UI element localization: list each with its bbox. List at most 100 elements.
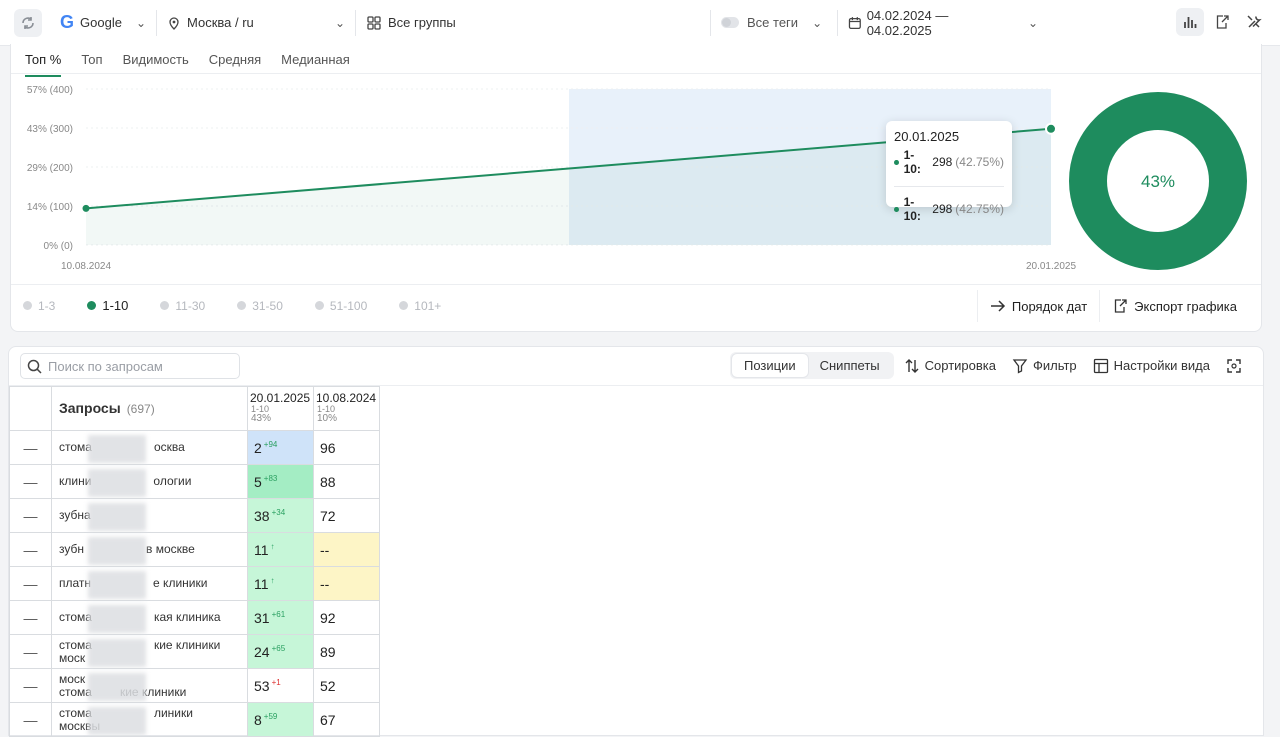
row-collapse-button[interactable]: — [9, 634, 52, 669]
y-tick-label: 57% (400) [27, 85, 73, 96]
sort-icon [905, 358, 919, 373]
header-date-col-2[interactable]: 10.08.2024 1-10 10% [313, 386, 380, 431]
table-row[interactable]: — клини ологии 5 +83 88 [9, 464, 380, 499]
table-row[interactable]: — стома кая клиника 31 +61 92 [9, 600, 380, 635]
redaction-blur [88, 673, 146, 701]
position-cell[interactable]: 52 [313, 668, 380, 703]
legend-item-101-plus[interactable]: 101+ [399, 298, 441, 313]
position-delta: +94 [263, 439, 278, 449]
row-collapse-button[interactable]: — [9, 498, 52, 533]
legend-label: 51-100 [329, 298, 368, 313]
position-delta: +83 [263, 473, 278, 483]
query-cell[interactable]: платн е клиники [51, 566, 248, 601]
position-cell[interactable]: 11 ↑ [247, 566, 314, 601]
header-queries[interactable]: Запросы (697) [51, 386, 248, 431]
series-dot-icon [894, 206, 899, 212]
tooltip-percent: (42.75%) [955, 155, 1004, 169]
sort-button[interactable]: Сортировка [904, 358, 996, 374]
query-cell[interactable]: стома кая клиника [51, 600, 248, 635]
position-cell[interactable]: 8 +59 [247, 702, 314, 737]
export-chart-button[interactable]: Экспорт графика [1099, 290, 1249, 322]
query-cell[interactable]: моск стома кие клиники [51, 668, 248, 703]
legend-item-51-100[interactable]: 51-100 [314, 298, 368, 313]
position-cell[interactable]: 89 [313, 634, 380, 669]
tooltip-row: 1-10: 298 (42.75%) [894, 148, 1004, 176]
chart-actions: Порядок дат Экспорт графика [976, 290, 1249, 322]
position-cell[interactable]: 96 [313, 430, 380, 465]
date-range-select[interactable]: 04.02.2024 — 04.02.2025 ⌄ [838, 0, 1048, 46]
position-cell[interactable]: 72 [313, 498, 380, 533]
table-row[interactable]: — зубн в москве 11 ↑ -- [9, 532, 380, 567]
redaction-blur [88, 639, 146, 667]
row-collapse-button[interactable]: — [9, 600, 52, 635]
view-tools [1176, 8, 1268, 36]
query-cell[interactable]: зубна [51, 498, 248, 533]
view-settings-label: Настройки вида [1113, 358, 1210, 373]
search-field[interactable] [20, 353, 240, 379]
filter-label: Фильтр [1032, 358, 1077, 373]
refresh-button[interactable] [14, 8, 42, 37]
table-row[interactable]: — зубна 38 +34 72 [9, 498, 380, 533]
snippets-tab[interactable]: Сниппеты [808, 354, 892, 377]
query-cell[interactable]: зубн в москве [51, 532, 248, 567]
search-engine-select[interactable]: G Google ⌄ [50, 0, 156, 46]
query-cell[interactable]: клини ологии [51, 464, 248, 499]
row-collapse-button[interactable]: — [9, 532, 52, 567]
positions-tab[interactable]: Позиции [731, 354, 808, 377]
chart-tooltip: 20.01.2025 1-10: 298 (42.75%) 1-10: 298 … [886, 121, 1012, 223]
region-select[interactable]: Москва / ru ⌄ [157, 0, 355, 46]
legend-item-11-30[interactable]: 11-30 [160, 298, 205, 313]
chart-view-button[interactable] [1176, 8, 1204, 36]
table-row[interactable]: — стома линики москвы 8 +59 67 [9, 702, 380, 737]
table-row[interactable]: — платн е клиники 11 ↑ -- [9, 566, 380, 601]
date-order-button[interactable]: Порядок дат [976, 290, 1099, 322]
legend-item-1-10[interactable]: 1-10 [87, 298, 128, 313]
row-collapse-button[interactable]: — [9, 464, 52, 499]
query-cell[interactable]: стома линики москвы [51, 702, 248, 737]
groups-select[interactable]: Все группы [356, 0, 710, 46]
groups-label: Все группы [388, 15, 456, 30]
legend-item-1-3[interactable]: 1-3 [23, 298, 55, 313]
position-cell[interactable]: 67 [313, 702, 380, 737]
tags-toggle[interactable] [721, 17, 739, 28]
position-cell[interactable]: 88 [313, 464, 380, 499]
table-row[interactable]: — моск стома кие клиники 53 +1 52 [9, 668, 380, 703]
row-collapse-button[interactable]: — [9, 566, 52, 601]
settings-button[interactable] [1240, 8, 1268, 36]
location-pin-icon [169, 16, 179, 30]
row-collapse-button[interactable]: — [9, 668, 52, 703]
export-button[interactable] [1208, 8, 1236, 36]
divider [894, 186, 1004, 187]
table-body: — стома осква 2 +94 96— клини ологии 5 +83 88— зубн… [9, 430, 380, 737]
position-delta: +61 [271, 609, 286, 619]
query-cell[interactable]: стома кие клиники моск [51, 634, 248, 669]
table-row[interactable]: — стома кие клиники моск 24 +65 89 [9, 634, 380, 669]
position-cell[interactable]: 92 [313, 600, 380, 635]
row-collapse-button[interactable]: — [9, 430, 52, 465]
position-cell[interactable]: -- [313, 566, 380, 601]
legend-item-31-50[interactable]: 31-50 [237, 298, 283, 313]
tags-select[interactable]: Все теги ⌄ [711, 0, 837, 46]
position-cell[interactable]: 53 +1 [247, 668, 314, 703]
position-cell[interactable]: 31 +61 [247, 600, 314, 635]
query-cell[interactable]: стома осква [51, 430, 248, 465]
y-tick-label: 0% (0) [44, 241, 73, 252]
fullscreen-button[interactable] [1226, 358, 1247, 374]
header-date-col-1[interactable]: 20.01.2025 1-10 43% [247, 386, 314, 431]
position-cell[interactable]: 2 +94 [247, 430, 314, 465]
filter-button[interactable]: Фильтр [1012, 358, 1077, 374]
chart-card: Топ % Топ Видимость Средняя Медианная 57… [10, 44, 1262, 332]
position-cell[interactable]: 5 +83 [247, 464, 314, 499]
table-row[interactable]: — стома осква 2 +94 96 [9, 430, 380, 465]
position-cell[interactable]: 11 ↑ [247, 532, 314, 567]
search-input[interactable] [48, 358, 228, 374]
position-cell[interactable]: -- [313, 532, 380, 567]
position-cell[interactable]: 38 +34 [247, 498, 314, 533]
view-settings-button[interactable]: Настройки вида [1093, 358, 1210, 374]
legend-dot-icon [160, 301, 170, 310]
sort-label: Сортировка [924, 358, 996, 373]
position-cell[interactable]: 24 +65 [247, 634, 314, 669]
search-icon [27, 359, 42, 374]
row-collapse-button[interactable]: — [9, 702, 52, 737]
tooltip-date: 20.01.2025 [894, 129, 960, 144]
